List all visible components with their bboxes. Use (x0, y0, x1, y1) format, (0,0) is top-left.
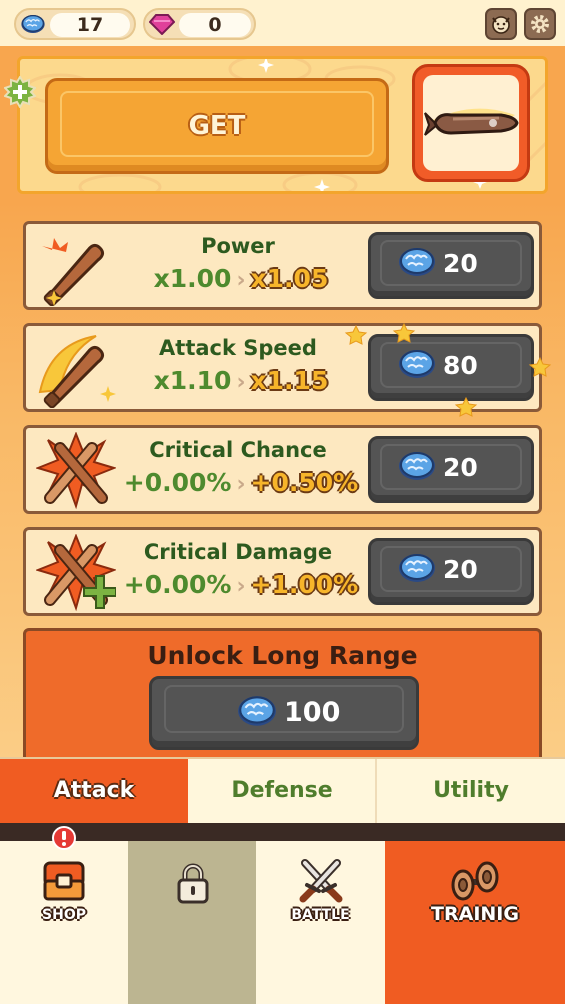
get-button[interactable]: GET (45, 78, 389, 174)
nav-battle-label: BATTLE (291, 907, 350, 923)
unlock-cost: 100 (284, 697, 341, 728)
add-offer-icon[interactable] (4, 76, 36, 108)
profile-button[interactable] (485, 8, 517, 40)
crossed-bats-icon (36, 432, 116, 510)
bottom-nav: SHOP BATTLE TRAINIG (0, 826, 565, 1004)
current-value: +0.00% (123, 570, 232, 599)
next-value: +0.50% (250, 468, 359, 497)
unlock-long-range-panel: Unlock Long Range 100 (23, 628, 542, 768)
tab-defense[interactable]: Defense (188, 759, 376, 823)
top-bar: 17 0 (0, 0, 565, 46)
next-value: +1.00% (250, 570, 359, 599)
bottlecap-counter: 17 (14, 8, 136, 40)
nav-battle[interactable]: BATTLE (256, 841, 385, 1004)
buy-critical-damage-button[interactable]: 20 (368, 538, 534, 605)
settings-button[interactable] (524, 8, 556, 40)
cost-label: 20 (443, 249, 478, 278)
nav-training[interactable]: TRAINIG (385, 841, 565, 1004)
arrow-icon: › (236, 472, 246, 497)
buy-power-button[interactable]: 20 (368, 232, 534, 299)
upgrade-title: Critical Damage (143, 540, 333, 564)
bottlecap-icon (398, 451, 436, 481)
rocket-icon (424, 108, 519, 136)
upgrade-card: Critical Damage +0.00% › +1.00% 20 (23, 527, 542, 616)
nav-locked[interactable] (128, 841, 256, 1004)
tab-attack[interactable]: Attack (0, 759, 188, 823)
current-value: x1.00 (153, 264, 232, 293)
gem-count: 0 (179, 13, 251, 37)
crossed-bats-plus-icon (36, 534, 116, 612)
cost-label: 20 (443, 453, 478, 482)
sparkle-stars (344, 322, 552, 417)
get-button-frame: GET (60, 91, 374, 157)
get-button-label: GET (188, 111, 246, 141)
gem-counter: 0 (143, 8, 256, 40)
alert-icon (52, 826, 76, 850)
pink-gem-icon (149, 14, 175, 35)
nav-separator (0, 823, 565, 841)
bottlecap-icon (398, 247, 436, 277)
training-screen: 17 0 GET Power x1.00 › x1.05 20 Attack S… (0, 0, 565, 1004)
bottlecap-icon (20, 14, 46, 34)
lock-icon (177, 863, 209, 904)
upgrade-values: x1.00 › x1.05 (106, 264, 376, 293)
settings-gear-icon (531, 15, 549, 33)
bottlecap-icon (398, 553, 436, 583)
bottlecap-count: 17 (50, 13, 130, 37)
nav-training-label: TRAINIG (431, 903, 519, 925)
unlock-title: Unlock Long Range (147, 641, 418, 670)
shop-chest-icon (43, 861, 85, 901)
upgrade-values: +0.00% › +1.00% (106, 570, 376, 599)
unlock-button[interactable]: 100 (149, 676, 419, 750)
upgrade-title: Critical Chance (149, 438, 327, 462)
category-tabs: Attack Defense Utility (0, 757, 565, 823)
tab-utility[interactable]: Utility (377, 759, 565, 823)
arrow-icon: › (236, 574, 246, 599)
bottlecap-icon (237, 695, 277, 727)
cost-label: 20 (443, 555, 478, 584)
next-value: x1.05 (250, 264, 329, 293)
upgrade-values: +0.00% › +0.50% (106, 468, 376, 497)
crossed-knives-icon (299, 859, 343, 903)
upgrade-card: Critical Chance +0.00% › +0.50% 20 (23, 425, 542, 514)
nav-shop[interactable]: SHOP (0, 826, 128, 1004)
current-value: +0.00% (123, 468, 232, 497)
nav-shop-label: SHOP (42, 907, 86, 923)
buy-critical-chance-button[interactable]: 20 (368, 436, 534, 503)
profile-bulldog-icon (492, 16, 510, 34)
upgrade-title: Power (201, 234, 275, 258)
reward-preview-card[interactable] (412, 64, 530, 182)
reward-preview-frame (423, 75, 519, 171)
dumbbell-icon (451, 861, 499, 901)
